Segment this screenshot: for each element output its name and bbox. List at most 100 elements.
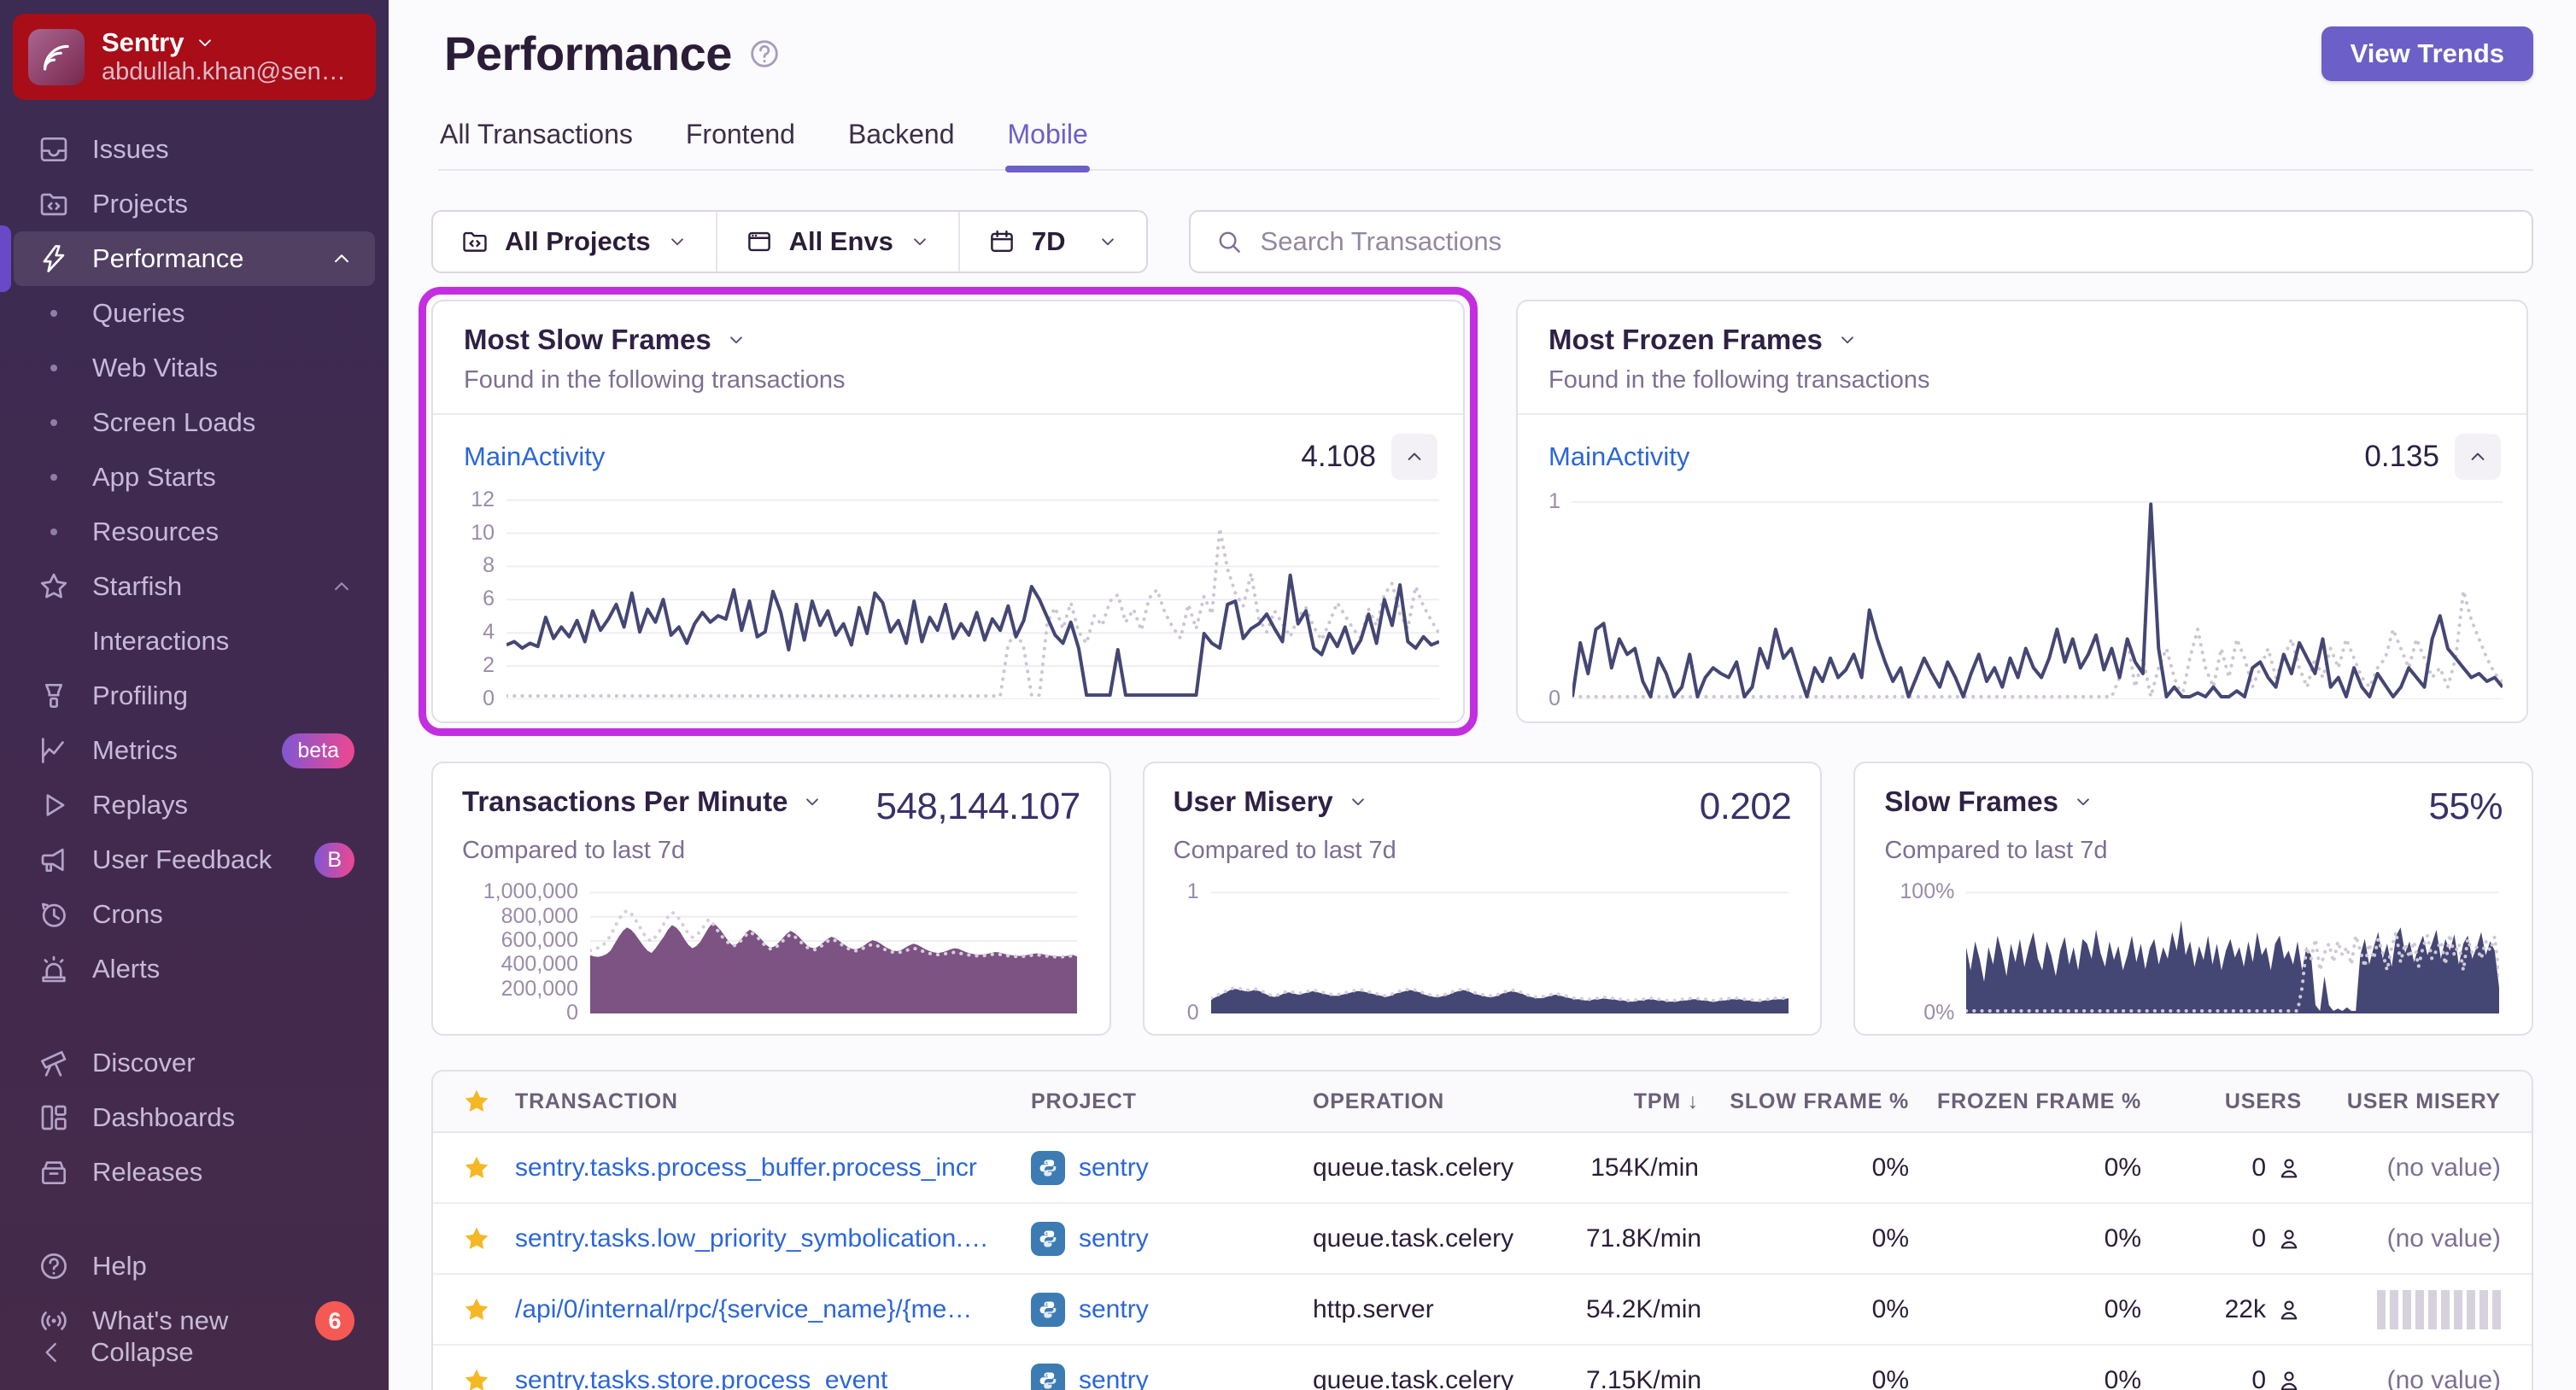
table-row[interactable]: sentry.tasks.store.process_event sentry qu… [433,1346,2532,1390]
transaction-link[interactable]: sentry.tasks.store.process_event [515,1366,1031,1390]
slow-frames-title[interactable]: Slow Frames [1884,786,2094,818]
y-tick-label: 10 [471,521,495,545]
transaction-link[interactable]: MainActivity [464,441,605,472]
project-link[interactable]: sentry [1079,1153,1149,1183]
sidebar-item-queries[interactable]: Queries [14,286,375,341]
star-icon[interactable] [462,1087,491,1116]
search-input[interactable] [1260,226,2508,257]
chevron-up-icon [335,582,348,591]
transaction-link[interactable]: sentry.tasks.low_priority_symbolication.… [515,1224,1031,1253]
sidebar-item-dashboards[interactable]: Dashboards [14,1090,375,1145]
sidebar-item-label: Metrics [92,735,178,765]
sidebar-item-discover[interactable]: Discover [14,1036,375,1090]
column-header-slow-frame[interactable]: SLOW FRAME % [1699,1089,1909,1114]
sidebar-item-performance[interactable]: Performance [0,225,375,292]
sidebar-item-metrics[interactable]: Metrics beta [14,723,375,778]
sidebar-item-web-vitals[interactable]: Web Vitals [14,341,375,395]
table-row[interactable]: sentry.tasks.low_priority_symbolication.… [433,1204,2532,1275]
sidebar-item-label: Projects [92,189,188,219]
chevron-down-icon [670,238,683,246]
column-header-frozen-frame[interactable]: FROZEN FRAME % [1909,1089,2141,1114]
y-tick-label: 600,000 [501,928,578,952]
project-link[interactable]: sentry [1079,1224,1149,1253]
sidebar-item-releases[interactable]: Releases [14,1145,375,1200]
frozen-frame-cell: 0% [2104,1224,2141,1253]
transaction-link[interactable]: sentry.tasks.process_buffer.process_incr [515,1153,1031,1183]
column-header-tpm[interactable]: TPM ↓ [1586,1089,1699,1114]
sidebar-item-app-starts[interactable]: App Starts [14,450,375,505]
sidebar-item-user-feedback[interactable]: User Feedback B [14,832,375,887]
bullet-icon [38,365,70,371]
sidebar-item-resources[interactable]: Resources [14,505,375,559]
project-link[interactable]: sentry [1079,1366,1149,1390]
transaction-row: MainActivity 0.135 [1518,415,2526,483]
table-row[interactable]: /api/0/internal/rpc/{service_name}/{me… s… [433,1275,2532,1346]
tpm-title[interactable]: Transactions Per Minute [462,786,823,818]
sidebar-item-alerts[interactable]: Alerts [14,942,375,996]
sidebar-item-label: Crons [92,899,163,929]
star-icon[interactable] [462,1153,491,1183]
most-slow-frames-title[interactable]: Most Slow Frames [464,324,1432,356]
tab-all-transactions[interactable]: All Transactions [438,119,635,169]
transactions-table: TRANSACTION PROJECT OPERATION TPM ↓ SLOW FRA… [431,1070,2533,1390]
date-range-filter[interactable]: 7D [957,212,1146,272]
org-switcher[interactable]: Sentry abdullah.khan@sen… [13,14,376,100]
user-misery-title[interactable]: User Misery [1174,786,1369,818]
star-icon[interactable] [462,1295,491,1324]
transaction-link[interactable]: MainActivity [1549,441,1689,472]
column-header-users[interactable]: USERS [2141,1089,2302,1114]
transaction-link[interactable]: /api/0/internal/rpc/{service_name}/{me… [515,1295,1031,1324]
most-frozen-frames-title[interactable]: Most Frozen Frames [1549,324,2496,356]
most-slow-frames-chart [506,490,1439,699]
most-slow-frames-widget: Most Slow Frames Found in the following … [431,300,1465,723]
environment-filter[interactable]: All Envs [715,212,958,272]
sidebar-item-issues[interactable]: Issues [14,122,375,177]
help-icon[interactable] [747,37,782,71]
collapse-chart-button[interactable] [1391,434,1437,480]
column-header-project[interactable]: PROJECT [1031,1089,1313,1114]
telescope-icon [41,1050,67,1077]
collapse-button[interactable]: Collapse [38,1337,194,1368]
column-header-user-misery[interactable]: USER MISERY [2302,1089,2501,1114]
star-icon[interactable] [462,1366,491,1390]
y-tick-label: 8 [483,553,495,577]
y-tick-label: 400,000 [501,952,578,976]
tab-frontend[interactable]: Frontend [684,119,797,169]
siren-icon [42,955,66,983]
transaction-value: 0.135 [2364,440,2439,473]
project-cell: sentry [1031,1221,1313,1256]
tab-mobile[interactable]: Mobile [1005,119,1091,172]
sidebar-item-starfish[interactable]: Starfish [14,559,375,614]
sidebar-item-crons[interactable]: Crons [14,887,375,942]
sidebar-item-label: Resources [92,517,220,546]
sidebar-item-label: Issues [92,134,169,164]
table-row[interactable]: sentry.tasks.process_buffer.process_incr… [433,1133,2532,1204]
transaction-row: MainActivity 4.108 [433,415,1463,483]
sidebar-item-screen-loads[interactable]: Screen Loads [14,395,375,450]
sidebar-item-projects[interactable]: Projects [14,177,375,231]
column-header-transaction[interactable]: TRANSACTION [515,1089,1031,1114]
view-trends-button[interactable]: View Trends [2321,26,2533,81]
y-tick-label: 6 [483,587,495,610]
badge: beta [282,733,354,768]
collapse-chart-button[interactable] [2455,434,2501,480]
tab-backend[interactable]: Backend [846,119,957,169]
project-filter[interactable]: All Projects [433,212,716,272]
badge: B [314,842,354,878]
transaction-value: 4.108 [1301,440,1376,473]
y-axis: 01 [1535,489,1572,710]
star-icon[interactable] [462,1224,491,1253]
folder-icon [463,231,487,252]
sidebar-item-profiling[interactable]: Profiling [14,669,375,723]
y-tick-label: 0 [1549,686,1560,710]
sidebar-item-help[interactable]: Help [14,1239,375,1294]
project-link[interactable]: sentry [1079,1295,1149,1324]
releases-icon [41,1161,67,1185]
chevron-up-icon [335,254,348,263]
bullet-icon [38,419,70,426]
y-axis: 01 [1174,879,1211,1025]
filter-group: All Projects All Envs 7D [431,210,1148,273]
sidebar-item-replays[interactable]: Replays [14,778,375,832]
sidebar-item-interactions[interactable]: Interactions [14,614,375,669]
column-header-operation[interactable]: OPERATION [1313,1089,1586,1114]
